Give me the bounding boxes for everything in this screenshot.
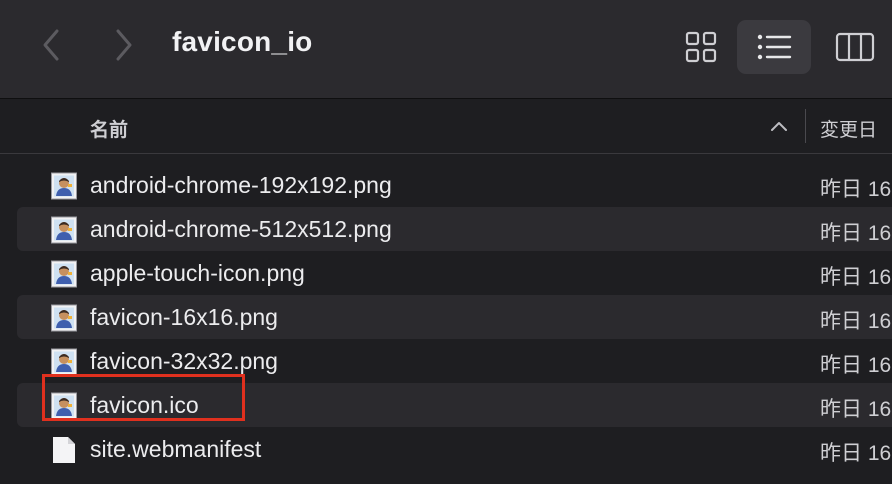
column-separator[interactable] xyxy=(805,109,806,143)
file-date: 昨日 16 xyxy=(820,310,892,333)
name-column-header[interactable]: 名前 xyxy=(90,115,128,142)
file-name: site.webmanifest xyxy=(90,436,262,462)
file-row[interactable]: android-chrome-512x512.png 昨日 16 xyxy=(0,207,892,251)
toolbar: favicon_io xyxy=(0,0,892,99)
column-view-button[interactable] xyxy=(818,20,892,74)
file-date: 昨日 16 xyxy=(820,266,892,289)
file-date: 昨日 16 xyxy=(820,178,892,201)
file-name: favicon-32x32.png xyxy=(90,348,278,374)
chevron-right-icon xyxy=(116,29,132,61)
file-row[interactable]: android-chrome-192x192.png 昨日 16 xyxy=(0,163,892,207)
chevron-up-icon[interactable] xyxy=(768,116,790,136)
file-name: apple-touch-icon.png xyxy=(90,260,305,286)
file-row[interactable]: site.webmanifest 昨日 16 xyxy=(0,427,892,471)
file-name: favicon-16x16.png xyxy=(90,304,278,330)
grid-view-button[interactable] xyxy=(664,20,738,74)
image-thumbnail-icon xyxy=(51,260,77,288)
image-thumbnail-icon xyxy=(51,348,77,376)
window-title: favicon_io xyxy=(172,26,313,57)
image-thumbnail-icon xyxy=(51,172,77,200)
chevron-left-icon xyxy=(43,29,59,61)
file-row[interactable]: favicon-16x16.png 昨日 16 xyxy=(0,295,892,339)
file-name: android-chrome-512x512.png xyxy=(90,216,392,242)
forward-button[interactable] xyxy=(108,26,138,64)
file-row[interactable]: apple-touch-icon.png 昨日 16 xyxy=(0,251,892,295)
highlight-box xyxy=(42,374,245,421)
back-button[interactable] xyxy=(37,26,67,64)
date-column-header[interactable]: 変更日 xyxy=(820,115,877,142)
column-header-row: 名前 変更日 xyxy=(0,99,892,154)
document-icon xyxy=(51,436,77,464)
file-date: 昨日 16 xyxy=(820,354,892,377)
list-view-icon xyxy=(757,34,792,60)
image-thumbnail-icon xyxy=(51,304,77,332)
list-view-button[interactable] xyxy=(737,20,811,74)
grid-view-icon xyxy=(685,31,717,63)
file-name: android-chrome-192x192.png xyxy=(90,172,392,198)
file-date: 昨日 16 xyxy=(820,222,892,245)
file-date: 昨日 16 xyxy=(820,442,892,465)
image-thumbnail-icon xyxy=(51,216,77,244)
column-view-icon xyxy=(835,32,875,62)
file-date: 昨日 16 xyxy=(820,398,892,421)
file-list: android-chrome-192x192.png 昨日 16 android-c… xyxy=(0,163,892,471)
